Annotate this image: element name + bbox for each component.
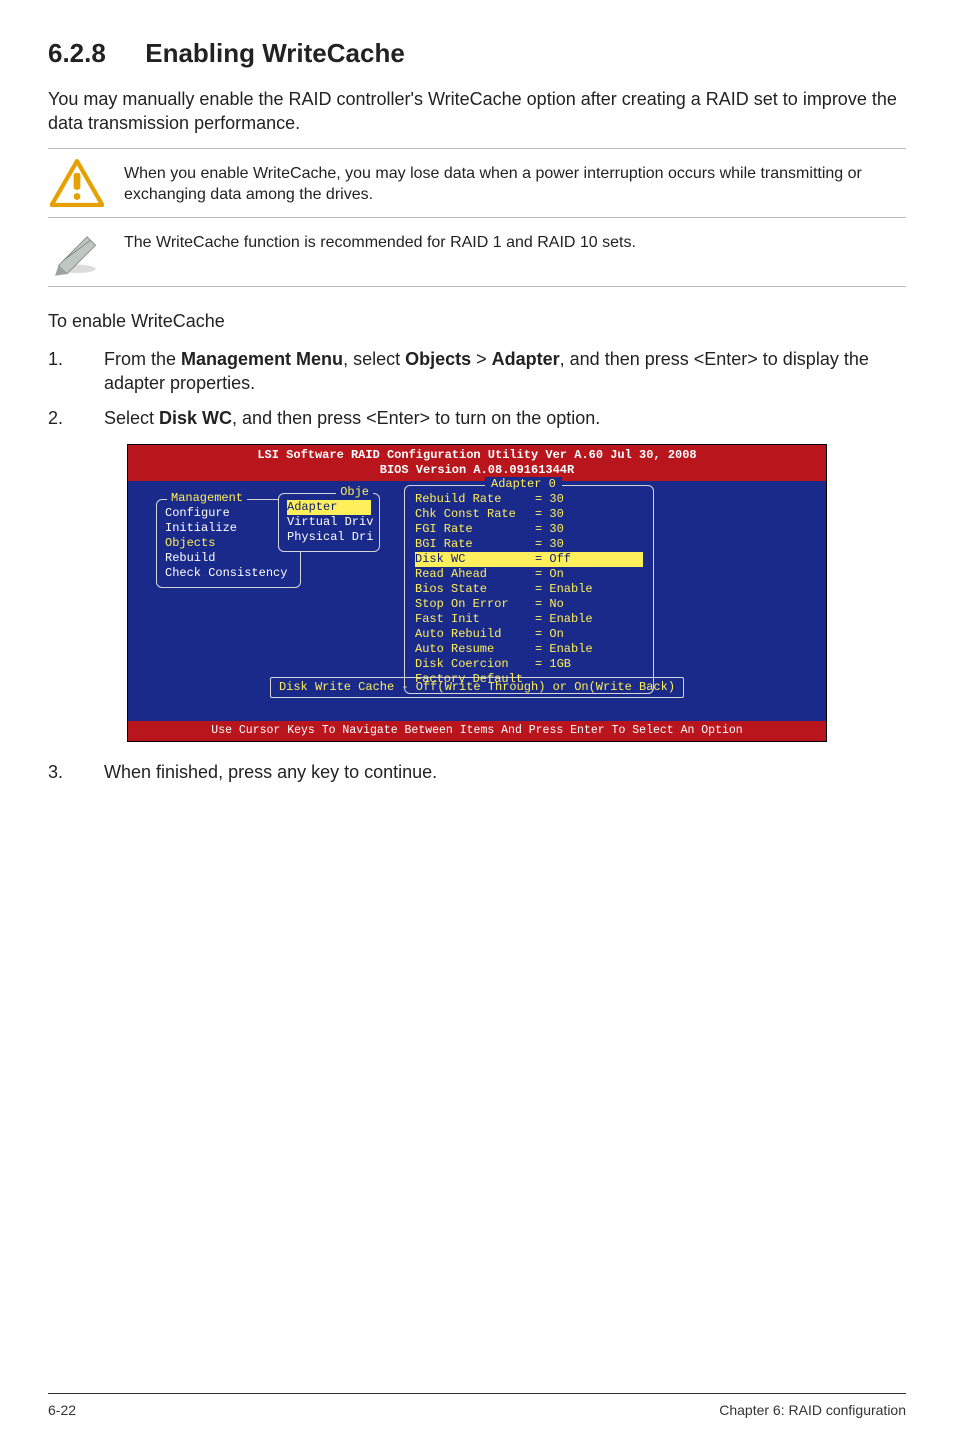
mgmt-item: Initialize [165, 521, 292, 536]
step-1: 1. From the Management Menu, select Obje… [48, 347, 906, 396]
step-number: 1. [48, 347, 76, 396]
note-pencil-icon [50, 228, 104, 276]
bios-title-line2: BIOS Version A.08.09161344R [128, 463, 826, 478]
page-footer: 6-22 Chapter 6: RAID configuration [0, 1401, 954, 1420]
adapter-row: BGI Rate= 30 [415, 537, 643, 552]
mgmt-item: Configure [165, 506, 292, 521]
chapter-label: Chapter 6: RAID configuration [719, 1401, 906, 1420]
adapter-row-disk-wc: Disk WC= Off [415, 552, 643, 567]
adapter-row: Disk Coercion= 1GB [415, 657, 643, 672]
objects-item: Physical Dri [287, 530, 371, 545]
subhead: To enable WriteCache [48, 309, 906, 333]
adapter-row: Auto Resume= Enable [415, 642, 643, 657]
bios-body: Management Configure Initialize Objects … [128, 481, 826, 721]
adapter-row: Fast Init= Enable [415, 612, 643, 627]
steps-list-continued: 3. When finished, press any key to conti… [48, 760, 906, 784]
section-number: 6.2.8 [48, 36, 138, 71]
management-menu-label: Management [167, 491, 247, 506]
adapter-title: Adapter 0 [485, 477, 562, 492]
objects-item-adapter: Adapter [287, 500, 371, 515]
warning-text: When you enable WriteCache, you may lose… [124, 159, 900, 206]
adapter-row: Chk Const Rate= 30 [415, 507, 643, 522]
step-3: 3. When finished, press any key to conti… [48, 760, 906, 784]
adapter-row: FGI Rate= 30 [415, 522, 643, 537]
objects-submenu-panel: Obje Adapter Virtual Driv Physical Dri [278, 493, 380, 552]
warning-icon [50, 159, 104, 207]
steps-list: 1. From the Management Menu, select Obje… [48, 347, 906, 430]
bios-title-line1: LSI Software RAID Configuration Utility … [128, 448, 826, 463]
note-callout: The WriteCache function is recommended f… [48, 218, 906, 287]
adapter-row: Rebuild Rate= 30 [415, 492, 643, 507]
adapter-row: Bios State= Enable [415, 582, 643, 597]
step-number: 2. [48, 406, 76, 430]
objects-submenu-label: Obje [336, 485, 373, 500]
section-title: Enabling WriteCache [145, 38, 405, 68]
bios-header: LSI Software RAID Configuration Utility … [128, 445, 826, 481]
step-text: From the Management Menu, select Objects… [104, 347, 906, 396]
step-2: 2. Select Disk WC, and then press <Enter… [48, 406, 906, 430]
mgmt-item-objects: Objects [165, 536, 292, 551]
bios-footer: Use Cursor Keys To Navigate Between Item… [128, 721, 826, 741]
step-text: Select Disk WC, and then press <Enter> t… [104, 406, 906, 430]
warning-callout: When you enable WriteCache, you may lose… [48, 148, 906, 218]
adapter-row: Read Ahead= On [415, 567, 643, 582]
section-heading: 6.2.8 Enabling WriteCache [48, 36, 906, 71]
adapter-factory-default: Factory Default [415, 672, 643, 687]
adapter-row: Stop On Error= No [415, 597, 643, 612]
page-number: 6-22 [48, 1401, 76, 1420]
step-number: 3. [48, 760, 76, 784]
mgmt-item: Check Consistency [165, 566, 292, 581]
intro-paragraph: You may manually enable the RAID control… [48, 87, 906, 136]
note-text: The WriteCache function is recommended f… [124, 228, 900, 254]
step-text: When finished, press any key to continue… [104, 760, 906, 784]
adapter-properties-panel: Adapter 0 Rebuild Rate= 30 Chk Const Rat… [404, 485, 654, 694]
bios-screenshot: LSI Software RAID Configuration Utility … [127, 444, 827, 742]
mgmt-item: Rebuild [165, 551, 292, 566]
objects-item: Virtual Driv [287, 515, 371, 530]
adapter-row: Auto Rebuild= On [415, 627, 643, 642]
